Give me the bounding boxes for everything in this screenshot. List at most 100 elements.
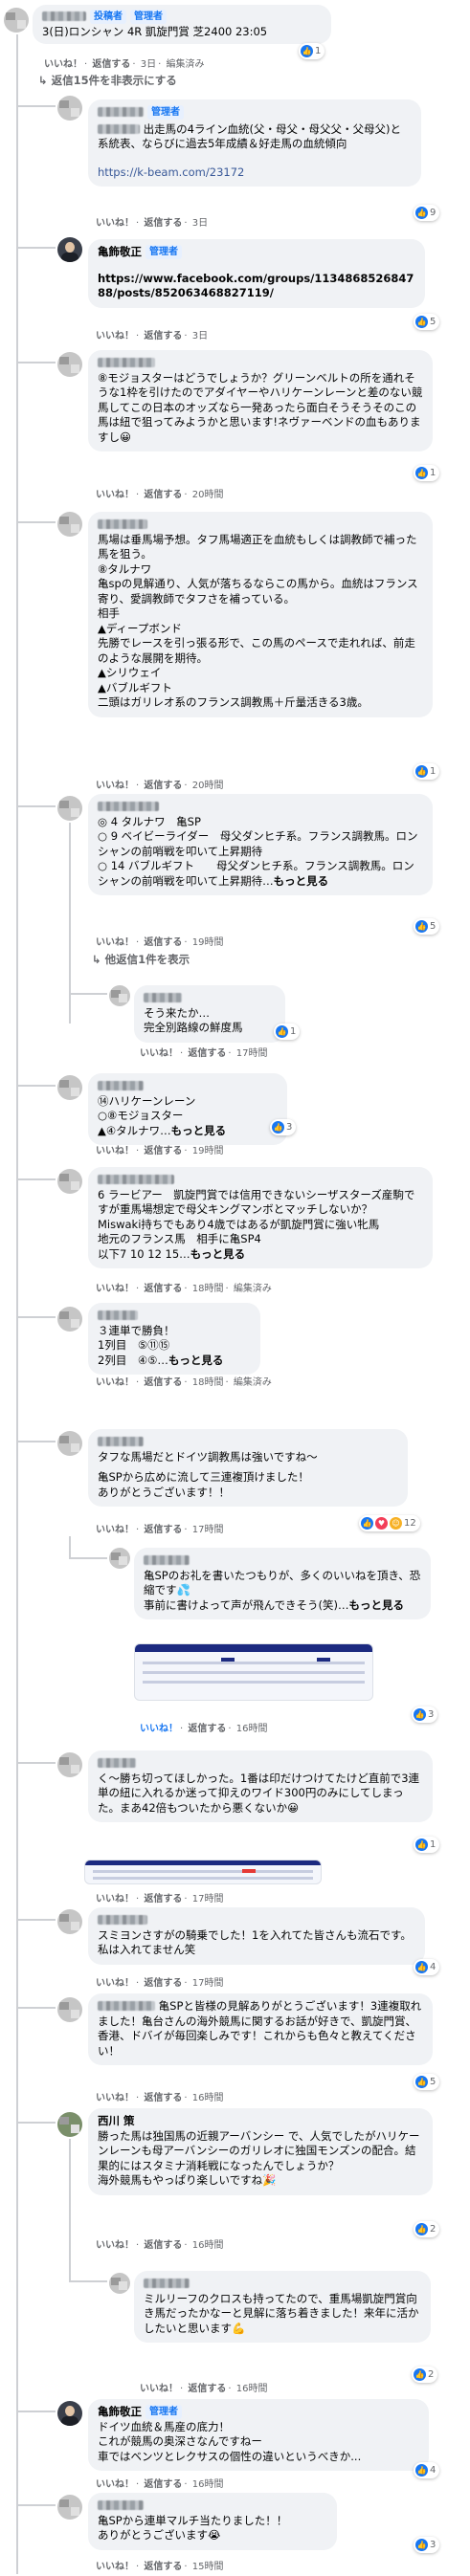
reply-button[interactable]: 返信する xyxy=(144,1146,182,1156)
avatar[interactable] xyxy=(57,512,82,537)
avatar[interactable] xyxy=(57,1169,82,1194)
reaction-count[interactable]: 👍 1 xyxy=(414,1837,440,1853)
author-name[interactable] xyxy=(98,1758,136,1768)
author-name[interactable] xyxy=(98,1437,144,1446)
reaction-count[interactable]: 👍 2 xyxy=(414,2221,440,2237)
timestamp[interactable]: 18時間 xyxy=(192,1377,224,1388)
attached-screenshot[interactable] xyxy=(134,1643,373,1701)
timestamp[interactable]: 17時間 xyxy=(236,1048,268,1059)
like-button[interactable]: いいね！ xyxy=(96,331,134,341)
author-name[interactable] xyxy=(98,802,159,811)
hide-replies-button[interactable]: ↳ 返信15件を非表示にする xyxy=(38,73,177,88)
like-button[interactable]: いいね！ xyxy=(140,1724,178,1734)
reply-button[interactable]: 返信する xyxy=(144,331,182,341)
reply-button[interactable]: 返信する xyxy=(144,937,182,948)
author-name[interactable] xyxy=(98,519,147,529)
reaction-count[interactable]: 👍 1 xyxy=(414,465,440,481)
reply-button[interactable]: 返信する xyxy=(188,1724,226,1734)
reaction-count[interactable]: 👍 1 xyxy=(274,1024,301,1040)
reaction-count[interactable]: 👍 5 xyxy=(414,2074,440,2090)
avatar[interactable] xyxy=(57,1307,82,1332)
like-button[interactable]: いいね！ xyxy=(96,1894,134,1904)
reaction-count[interactable]: 👍 5 xyxy=(414,918,440,935)
avatar[interactable] xyxy=(57,1075,82,1100)
author-name[interactable] xyxy=(98,107,144,117)
reaction-count[interactable]: 👍 3 xyxy=(414,2537,440,2553)
reply-button[interactable]: 返信する xyxy=(144,1284,182,1294)
avatar[interactable] xyxy=(57,352,82,377)
like-button[interactable]: いいね！ xyxy=(44,59,82,70)
reply-button[interactable]: 返信する xyxy=(144,2479,182,2490)
see-more-link[interactable]: もっと見る xyxy=(168,1354,224,1367)
reaction-count[interactable]: 👍 5 xyxy=(414,314,440,330)
reply-button[interactable]: 返信する xyxy=(188,1048,226,1059)
see-more-link[interactable]: もっと見る xyxy=(274,874,329,888)
reaction-count[interactable]: 👍 1 xyxy=(414,763,440,780)
avatar[interactable] xyxy=(4,8,29,33)
like-button[interactable]: いいね！ xyxy=(96,937,134,948)
timestamp[interactable]: 3日 xyxy=(192,218,208,229)
timestamp[interactable]: 16時間 xyxy=(236,1724,268,1734)
like-button[interactable]: いいね！ xyxy=(96,2093,134,2103)
author-name[interactable] xyxy=(98,1915,147,1925)
like-button[interactable]: いいね！ xyxy=(96,1146,134,1156)
like-button[interactable]: いいね！ xyxy=(96,2562,134,2572)
reaction-count[interactable]: 👍 4 xyxy=(414,2462,440,2478)
see-more-link[interactable]: もっと見る xyxy=(171,1124,227,1137)
like-button[interactable]: いいね！ xyxy=(96,218,134,229)
like-button[interactable]: いいね！ xyxy=(96,1525,134,1535)
avatar[interactable] xyxy=(57,1431,82,1456)
avatar[interactable] xyxy=(57,2401,82,2426)
comment-link[interactable]: https://www.facebook.com/groups/11348685… xyxy=(98,272,415,301)
attached-screenshot[interactable] xyxy=(84,1860,322,1884)
avatar[interactable] xyxy=(109,985,130,1006)
like-button[interactable]: いいね！ xyxy=(96,2240,134,2251)
author-name[interactable] xyxy=(98,2001,155,2011)
reaction-count[interactable]: 👍 9 xyxy=(414,205,440,221)
reply-button[interactable]: 返信する xyxy=(92,59,130,70)
timestamp[interactable]: 18時間 xyxy=(192,1284,224,1294)
timestamp[interactable]: 3日 xyxy=(141,59,156,70)
reply-button[interactable]: 返信する xyxy=(144,1525,182,1535)
reply-button[interactable]: 返信する xyxy=(144,1978,182,1989)
like-button[interactable]: いいね！ xyxy=(96,781,134,791)
avatar[interactable] xyxy=(109,1548,130,1569)
timestamp[interactable]: 20時間 xyxy=(192,490,224,500)
timestamp[interactable]: 16時間 xyxy=(192,2240,224,2251)
reaction-count[interactable]: 👍 3 xyxy=(270,1119,297,1135)
avatar[interactable] xyxy=(57,96,82,121)
avatar[interactable] xyxy=(57,1997,82,2022)
reaction-count[interactable]: 👍 3 xyxy=(412,1706,438,1723)
see-more-link[interactable]: もっと見る xyxy=(190,1247,246,1261)
reply-button[interactable]: 返信する xyxy=(188,2384,226,2394)
reply-button[interactable]: 返信する xyxy=(144,1894,182,1904)
avatar[interactable] xyxy=(57,237,82,262)
reply-button[interactable]: 返信する xyxy=(144,2562,182,2572)
reply-button[interactable]: 返信する xyxy=(144,490,182,500)
see-more-link[interactable]: もっと見る xyxy=(348,1598,404,1612)
author-name[interactable] xyxy=(144,1555,190,1565)
author-name[interactable] xyxy=(98,1175,174,1184)
author-name[interactable] xyxy=(144,2279,190,2288)
like-button[interactable]: いいね！ xyxy=(96,1978,134,1989)
author-name[interactable]: 亀飾敬正 xyxy=(98,2405,142,2420)
reaction-count[interactable]: 👍 2 xyxy=(412,2367,438,2383)
timestamp[interactable]: 16時間 xyxy=(192,2479,224,2490)
mention[interactable] xyxy=(98,123,140,134)
author-name[interactable] xyxy=(144,993,182,1002)
timestamp[interactable]: 17時間 xyxy=(192,1978,224,1989)
comment-link[interactable]: https://k-beam.com/23172 xyxy=(98,165,412,181)
avatar[interactable] xyxy=(57,2495,82,2520)
timestamp[interactable]: 19時間 xyxy=(192,937,224,948)
reply-button[interactable]: 返信する xyxy=(144,1377,182,1388)
author-name[interactable] xyxy=(98,1081,144,1090)
author-name[interactable]: 西川 策 xyxy=(98,2114,135,2129)
timestamp[interactable]: 16時間 xyxy=(236,2384,268,2394)
like-button[interactable]: いいね！ xyxy=(96,490,134,500)
reply-button[interactable]: 返信する xyxy=(144,2240,182,2251)
reply-button[interactable]: 返信する xyxy=(144,781,182,791)
like-button[interactable]: いいね！ xyxy=(96,1377,134,1388)
like-button[interactable]: いいね！ xyxy=(96,1284,134,1294)
author-name[interactable] xyxy=(98,2500,144,2510)
avatar[interactable] xyxy=(57,1909,82,1934)
